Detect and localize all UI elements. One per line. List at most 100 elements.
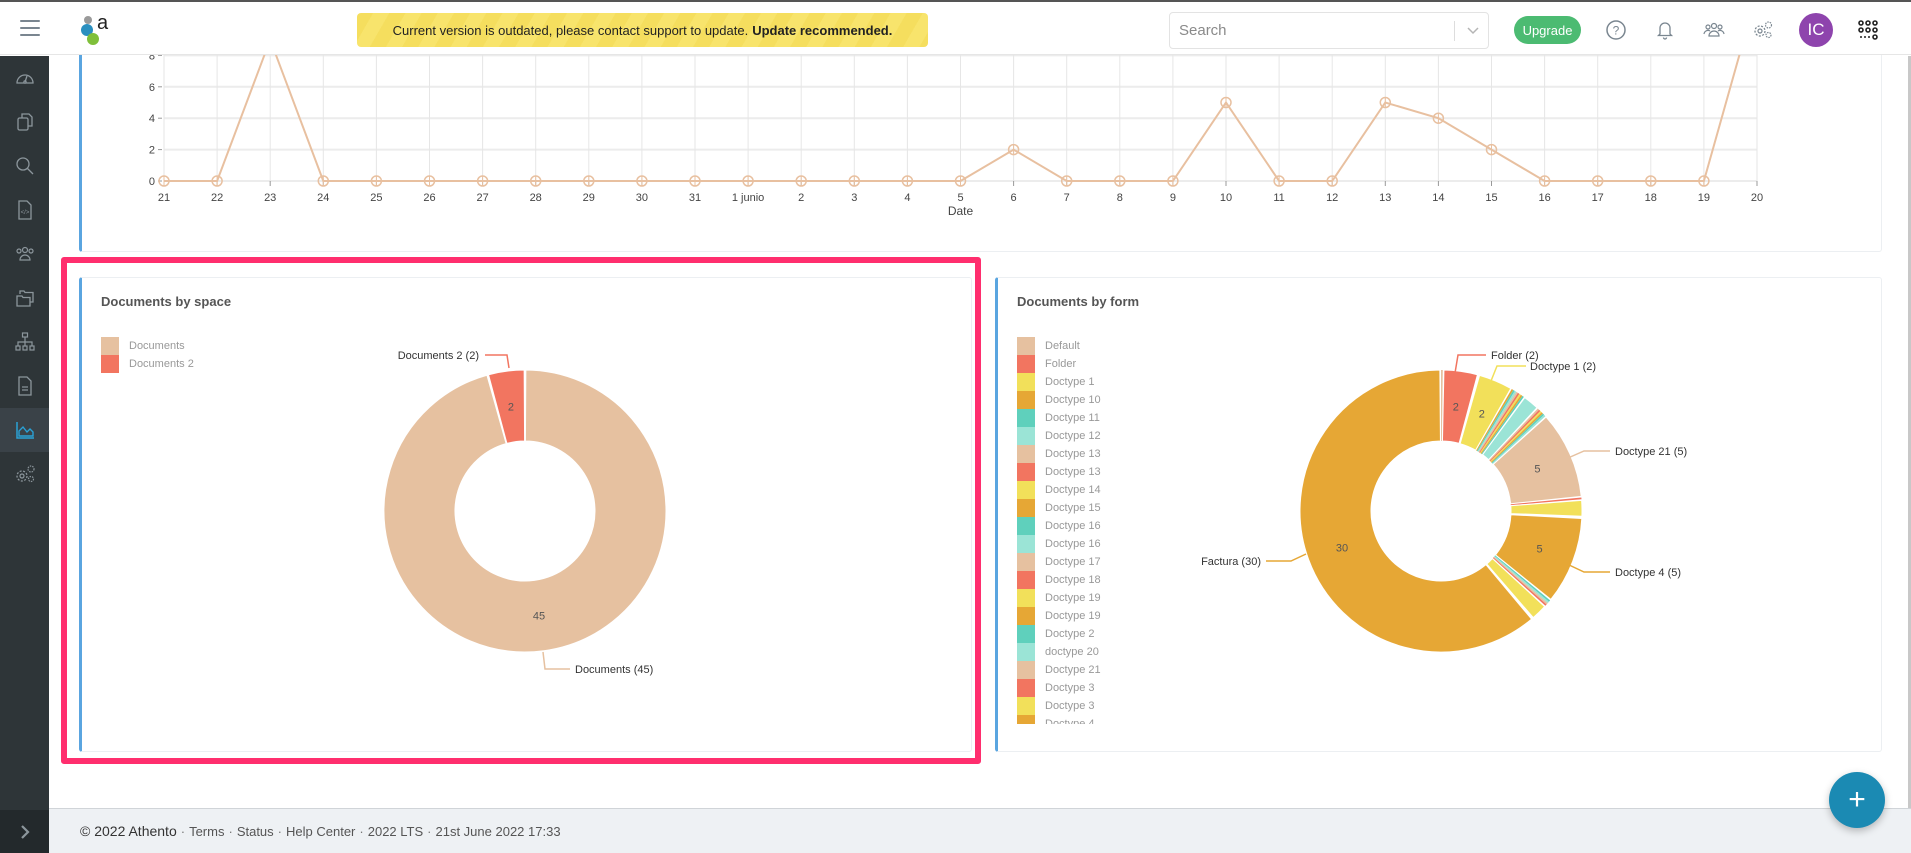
x-tick-label: 29 — [583, 192, 595, 204]
menu-icon[interactable] — [20, 20, 40, 36]
x-tick-label: 17 — [1592, 192, 1604, 204]
sidebar-item-administration[interactable] — [0, 452, 49, 496]
documents-by-form-card: Documents by form Default Folder Doctype 1… — [995, 277, 1882, 752]
footer-separator: · — [180, 823, 186, 839]
banner-text: Current version is outdated, please cont… — [392, 22, 749, 38]
bell-icon[interactable] — [1653, 18, 1677, 42]
copy-icon — [16, 113, 33, 131]
x-tick-label: 11 — [1273, 192, 1284, 204]
x-tick-label: 13 — [1379, 192, 1391, 204]
x-tick-label: 5 — [957, 192, 963, 204]
sidebar-item-forms[interactable]: </> — [0, 188, 49, 232]
x-tick-label: 27 — [476, 192, 488, 204]
callout-line — [1490, 365, 1526, 382]
x-axis-label: Date — [948, 204, 974, 218]
callout-line — [542, 651, 570, 670]
x-tick-label: 12 — [1326, 192, 1338, 204]
x-tick-label: 25 — [370, 192, 382, 204]
x-tick-label: 21 — [158, 192, 170, 204]
x-tick-label: 22 — [211, 192, 223, 204]
callout-label: Documents 2 (2) — [398, 350, 479, 362]
y-tick-label: 6 — [149, 82, 155, 94]
x-tick-label: 10 — [1220, 192, 1232, 204]
svg-text:</>: </> — [20, 210, 29, 216]
gears-icon — [15, 465, 35, 483]
users-icon[interactable] — [1702, 18, 1726, 42]
footer-separator: · — [277, 823, 283, 839]
callout-line — [1454, 354, 1486, 374]
x-tick-label: 19 — [1698, 192, 1710, 204]
callout-label: Doctype 21 (5) — [1615, 446, 1687, 458]
documents-by-date-line-chart: 0246821 22 23 24 25 26 27 28 29 30 31 1 junio 2 3 4 5 6 7… — [121, 40, 1763, 218]
x-tick-label: 31 — [689, 192, 701, 204]
footer-link-status[interactable]: Status — [237, 824, 274, 839]
x-tick-label: 26 — [423, 192, 435, 204]
search-input[interactable] — [1170, 13, 1440, 48]
slice-value-label: 45 — [533, 611, 545, 623]
outdated-version-banner: Current version is outdated, please cont… — [357, 13, 928, 47]
slice-value-label: 2 — [1479, 409, 1485, 421]
sidebar-item-spaces[interactable] — [0, 276, 49, 320]
sidebar-item-reports[interactable] — [0, 364, 49, 408]
svg-text:?: ? — [1613, 24, 1620, 38]
footer-version: 2022 LTS — [367, 823, 424, 839]
x-tick-label: 28 — [530, 192, 542, 204]
chevron-right-icon — [20, 824, 30, 839]
upgrade-button[interactable]: Upgrade — [1514, 16, 1581, 44]
sidebar-item-documents[interactable] — [0, 100, 49, 144]
x-tick-label: 1 junio — [732, 192, 764, 204]
slice-value-label: 2 — [508, 401, 514, 413]
document-icon — [17, 376, 32, 396]
settings-icon[interactable] — [1751, 18, 1775, 42]
callout-line — [485, 354, 510, 369]
footer-copyright: © 2022 Athento — [80, 823, 177, 839]
sidebar-item-structure[interactable] — [0, 320, 49, 364]
callout-label: Documents (45) — [575, 664, 653, 676]
sidebar: </> — [0, 56, 49, 810]
athento-logo[interactable]: a — [80, 12, 116, 48]
help-icon[interactable]: ? — [1604, 18, 1628, 42]
x-tick-label: 24 — [317, 192, 329, 204]
callout-line — [1266, 553, 1307, 562]
callout-line — [1567, 450, 1610, 459]
code-file-icon: </> — [17, 200, 32, 220]
documents-by-form-donut-chart: 225530Folder (2)Doctype 1 (2)Doctype 21 … — [1201, 350, 1687, 653]
slice-value-label: 30 — [1336, 542, 1348, 554]
user-avatar[interactable]: IC — [1799, 13, 1833, 47]
apps-grid-icon[interactable] — [1857, 19, 1879, 41]
y-tick-label: 4 — [149, 113, 155, 125]
slice-value-label: 2 — [1453, 402, 1459, 414]
footer-separator: · — [359, 823, 364, 839]
x-tick-label: 9 — [1170, 192, 1176, 204]
y-tick-label: 2 — [149, 145, 155, 157]
x-tick-label: 3 — [851, 192, 857, 204]
sidebar-item-statistics[interactable] — [0, 408, 49, 452]
footer-timestamp: 21st June 2022 17:33 — [435, 823, 561, 839]
callout-label: Factura (30) — [1201, 556, 1261, 568]
sidebar-item-search[interactable] — [0, 144, 49, 188]
x-tick-label: 14 — [1432, 192, 1444, 204]
x-tick-label: 15 — [1485, 192, 1497, 204]
x-tick-label: 4 — [904, 192, 910, 204]
sidebar-expand-button[interactable] — [0, 810, 49, 853]
banner-bold-text: Update recommended. — [752, 22, 893, 38]
search-box — [1169, 12, 1489, 49]
search-icon — [15, 157, 33, 175]
footer-link-help-center[interactable]: Help Center — [286, 824, 355, 839]
x-tick-label: 16 — [1538, 192, 1550, 204]
y-tick-label: 0 — [149, 176, 155, 188]
add-button[interactable]: + — [1829, 772, 1885, 828]
documents-by-space-card: Documents by space Documents Documents 2 … — [79, 277, 972, 752]
x-tick-label: 30 — [636, 192, 648, 204]
sitemap-icon — [14, 332, 35, 351]
x-tick-label: 2 — [798, 192, 804, 204]
sidebar-item-dashboard[interactable] — [0, 56, 49, 100]
users-icon — [15, 246, 34, 261]
x-tick-label: 7 — [1064, 192, 1070, 204]
footer-link-terms[interactable]: Terms — [189, 824, 224, 839]
x-tick-label: 20 — [1751, 192, 1763, 204]
footer-separator: · — [427, 823, 432, 839]
folders-icon — [15, 290, 34, 307]
sidebar-item-users[interactable] — [0, 232, 49, 276]
chevron-down-icon[interactable] — [1465, 22, 1481, 38]
